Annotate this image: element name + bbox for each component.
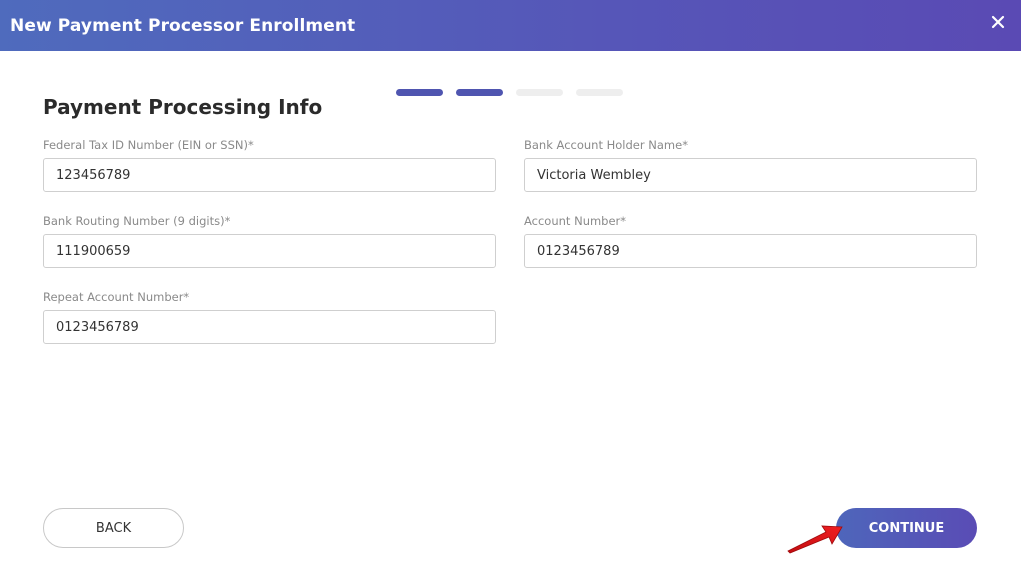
section-title: Payment Processing Info <box>43 95 323 119</box>
routing-number-input[interactable] <box>43 234 496 268</box>
repeat-account-number-label: Repeat Account Number* <box>43 290 190 304</box>
modal-header: New Payment Processor Enrollment <box>0 0 1021 51</box>
repeat-account-number-field-group: Repeat Account Number* <box>43 291 496 344</box>
account-number-label: Account Number* <box>524 214 627 228</box>
modal-title: New Payment Processor Enrollment <box>10 15 356 36</box>
federal-tax-id-label: Federal Tax ID Number (EIN or SSN)* <box>43 138 254 152</box>
annotation-arrow-icon <box>787 525 843 554</box>
federal-tax-id-field-group: Federal Tax ID Number (EIN or SSN)* <box>43 139 496 192</box>
account-holder-name-input[interactable] <box>524 158 977 192</box>
routing-number-label: Bank Routing Number (9 digits)* <box>43 214 231 228</box>
progress-step-4 <box>576 89 623 96</box>
repeat-account-number-input[interactable] <box>43 310 496 344</box>
federal-tax-id-input[interactable] <box>43 158 496 192</box>
continue-button[interactable]: CONTINUE <box>836 508 977 548</box>
progress-step-1 <box>396 89 443 96</box>
progress-steps <box>396 89 623 96</box>
routing-number-field-group: Bank Routing Number (9 digits)* <box>43 215 496 268</box>
back-button[interactable]: BACK <box>43 508 184 548</box>
account-number-field-group: Account Number* <box>524 215 977 268</box>
close-icon[interactable] <box>991 14 1005 29</box>
progress-step-3 <box>516 89 563 96</box>
account-holder-name-field-group: Bank Account Holder Name* <box>524 139 977 192</box>
account-number-input[interactable] <box>524 234 977 268</box>
progress-step-2 <box>456 89 503 96</box>
account-holder-name-label: Bank Account Holder Name* <box>524 138 688 152</box>
